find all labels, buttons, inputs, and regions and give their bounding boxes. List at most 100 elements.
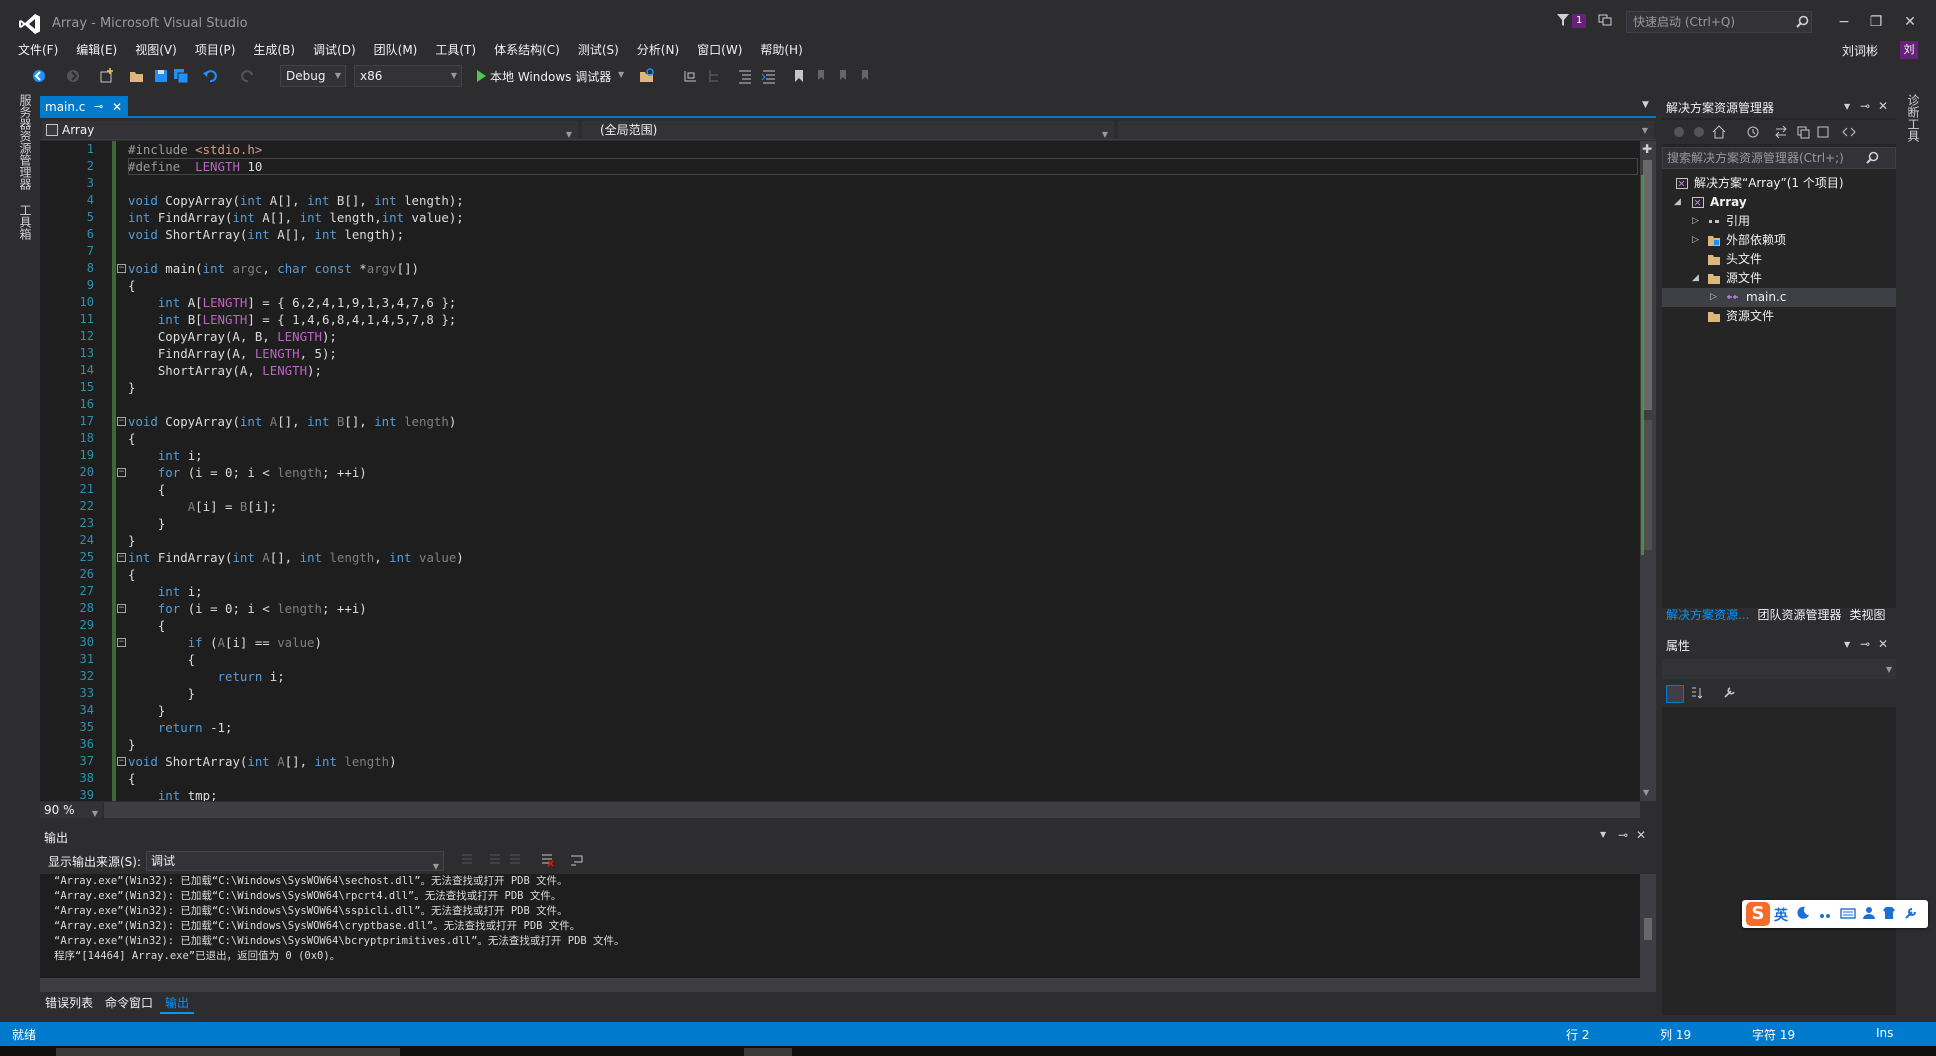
home-icon[interactable] (1712, 125, 1726, 139)
start-debugger-button[interactable]: 本地 Windows 调试器 (490, 68, 611, 85)
wrench-icon[interactable] (1904, 906, 1918, 920)
tab-team-explorer[interactable]: 团队资源管理器 (1753, 606, 1845, 626)
avatar[interactable]: 刘 (1900, 41, 1918, 59)
code-line[interactable]: } (128, 515, 1628, 532)
close-icon[interactable]: ✕ (1878, 99, 1888, 113)
chevron-down-icon[interactable]: ▼ (1844, 640, 1850, 649)
word-wrap-icon[interactable] (570, 853, 584, 867)
menu-architecture[interactable]: 体系结构(C) (486, 40, 570, 60)
clear-bookmarks-icon[interactable] (856, 67, 874, 85)
project-dropdown[interactable]: Array ▼ (42, 121, 578, 139)
bookmark-icon[interactable] (790, 67, 808, 85)
tree-item-external-deps[interactable]: ▷ 外部依赖项 (1662, 231, 1896, 250)
code-line[interactable]: { (128, 566, 1628, 583)
menu-build[interactable]: 生成(B) (245, 40, 305, 60)
pin-icon[interactable]: ⊸ (1618, 828, 1628, 842)
menu-help[interactable]: 帮助(H) (752, 40, 812, 60)
pin-icon[interactable]: ⊸ (94, 96, 103, 118)
close-icon[interactable]: ✕ (1878, 637, 1888, 651)
next-message-icon[interactable] (508, 853, 522, 867)
code-line[interactable]: return i; (128, 668, 1628, 685)
output-text[interactable]: “Array.exe”(Win32): 已加载“C:\Windows\SysWO… (40, 874, 1640, 978)
platform-dropdown[interactable]: x86 ▼ (354, 65, 462, 87)
collapse-findarray-icon[interactable]: − (117, 553, 126, 562)
code-text[interactable]: #include <stdio.h> #define LENGTH 10 void… (128, 141, 1628, 803)
menu-edit[interactable]: 编辑(E) (68, 40, 127, 60)
close-icon[interactable]: ✕ (1636, 828, 1646, 842)
step-icon[interactable] (682, 67, 700, 85)
undo-icon[interactable] (202, 67, 220, 85)
code-line[interactable]: int FindArray(int A[], int length,int va… (128, 209, 1628, 226)
menu-file[interactable]: 文件(F) (10, 40, 68, 60)
navigate-forward-icon[interactable] (64, 67, 82, 85)
punctuation-icon[interactable] (1818, 906, 1832, 920)
collapsed-icon[interactable]: ▷ (1692, 212, 1699, 231)
collapse-shortarray-icon[interactable]: − (117, 757, 126, 766)
sogou-logo[interactable]: S (1746, 902, 1770, 926)
expanded-icon[interactable]: ◢ (1674, 193, 1681, 212)
scrollbar-thumb[interactable] (1644, 918, 1652, 940)
taskbar-button[interactable] (56, 1048, 400, 1056)
pin-icon[interactable]: ⊸ (1860, 99, 1870, 113)
open-file-icon[interactable] (128, 67, 146, 85)
find-message-icon[interactable] (460, 853, 474, 867)
code-line[interactable]: int B[LENGTH] = { 1,4,6,8,4,1,4,5,7,8 }; (128, 311, 1628, 328)
view-code-icon[interactable] (1842, 125, 1856, 139)
scroll-down-icon[interactable]: ▼ (1643, 788, 1649, 797)
pin-icon[interactable]: ⊸ (1860, 637, 1870, 651)
user-name[interactable]: 刘词彬 (1842, 42, 1878, 59)
code-line[interactable]: int A[LENGTH] = { 6,2,4,1,9,1,3,4,7,6 }; (128, 294, 1628, 311)
scrollbar-thumb[interactable] (1643, 160, 1652, 410)
sync-icon[interactable] (1774, 125, 1788, 139)
code-line[interactable]: } (128, 532, 1628, 549)
property-pages-icon[interactable] (1722, 686, 1736, 700)
menu-test[interactable]: 测试(S) (570, 40, 629, 60)
toolbox-tab[interactable]: 工具箱 (17, 204, 34, 240)
chevron-down-icon[interactable]: ▼ (1600, 830, 1606, 839)
code-line[interactable]: CopyArray(A, B, LENGTH); (128, 328, 1628, 345)
code-line[interactable]: for (i = 0; i < length; ++i) (128, 600, 1628, 617)
feedback-icon[interactable] (1598, 13, 1612, 27)
quick-launch-input[interactable]: 快速启动 (Ctrl+Q) (1626, 11, 1812, 33)
code-line[interactable]: #include <stdio.h> (128, 141, 1628, 158)
tree-item-resources[interactable]: 资源文件 (1662, 307, 1896, 326)
comment-lines-icon[interactable] (736, 67, 754, 85)
code-line[interactable]: #define LENGTH 10 (128, 158, 1628, 175)
forward-icon[interactable] (1692, 125, 1706, 139)
code-line[interactable]: } (128, 379, 1628, 396)
play-icon[interactable] (472, 67, 490, 85)
properties-object-dropdown[interactable]: ▼ (1662, 659, 1896, 679)
code-line[interactable]: ShortArray(A, LENGTH); (128, 362, 1628, 379)
collapse-all-icon[interactable] (1796, 125, 1810, 139)
collapsed-icon[interactable]: ▷ (1710, 288, 1717, 307)
code-line[interactable]: } (128, 702, 1628, 719)
chevron-down-icon[interactable]: ▼ (618, 70, 624, 79)
tree-item-references[interactable]: ▷ 引用 (1662, 212, 1896, 231)
close-button[interactable]: ✕ (1896, 12, 1924, 32)
tab-output[interactable]: 输出 (160, 994, 195, 1014)
find-in-files-icon[interactable] (638, 67, 656, 85)
code-line[interactable]: } (128, 736, 1628, 753)
alphabetical-icon[interactable] (1690, 686, 1704, 700)
chevron-down-icon[interactable]: ▼ (1642, 100, 1649, 110)
code-line[interactable] (128, 175, 1628, 192)
tree-item-sources[interactable]: ◢ 源文件 (1662, 269, 1896, 288)
tab-error-list[interactable]: 错误列表 (40, 994, 98, 1014)
tree-item-main-c[interactable]: ▷ main.c (1662, 288, 1896, 307)
tab-class-view[interactable]: 类视图 (1845, 606, 1889, 626)
editor-horizontal-scrollbar[interactable] (104, 802, 1640, 818)
tab-command-window[interactable]: 命令窗口 (100, 994, 158, 1014)
keyboard-icon[interactable] (1840, 906, 1856, 920)
code-line[interactable]: return -1; (128, 719, 1628, 736)
save-icon[interactable] (152, 67, 170, 85)
user-center-icon[interactable] (1862, 906, 1876, 920)
code-line[interactable]: void CopyArray(int A[], int B[], int len… (128, 192, 1628, 209)
code-line[interactable]: { (128, 651, 1628, 668)
clear-all-icon[interactable] (540, 853, 554, 867)
show-all-files-icon[interactable] (1816, 125, 1830, 139)
search-icon[interactable] (1796, 15, 1809, 28)
solution-search-input[interactable]: 搜索解决方案资源管理器(Ctrl+;) (1662, 147, 1896, 169)
code-line[interactable]: for (i = 0; i < length; ++i) (128, 464, 1628, 481)
code-line[interactable]: { (128, 277, 1628, 294)
collapse-main-icon[interactable]: − (117, 264, 126, 273)
